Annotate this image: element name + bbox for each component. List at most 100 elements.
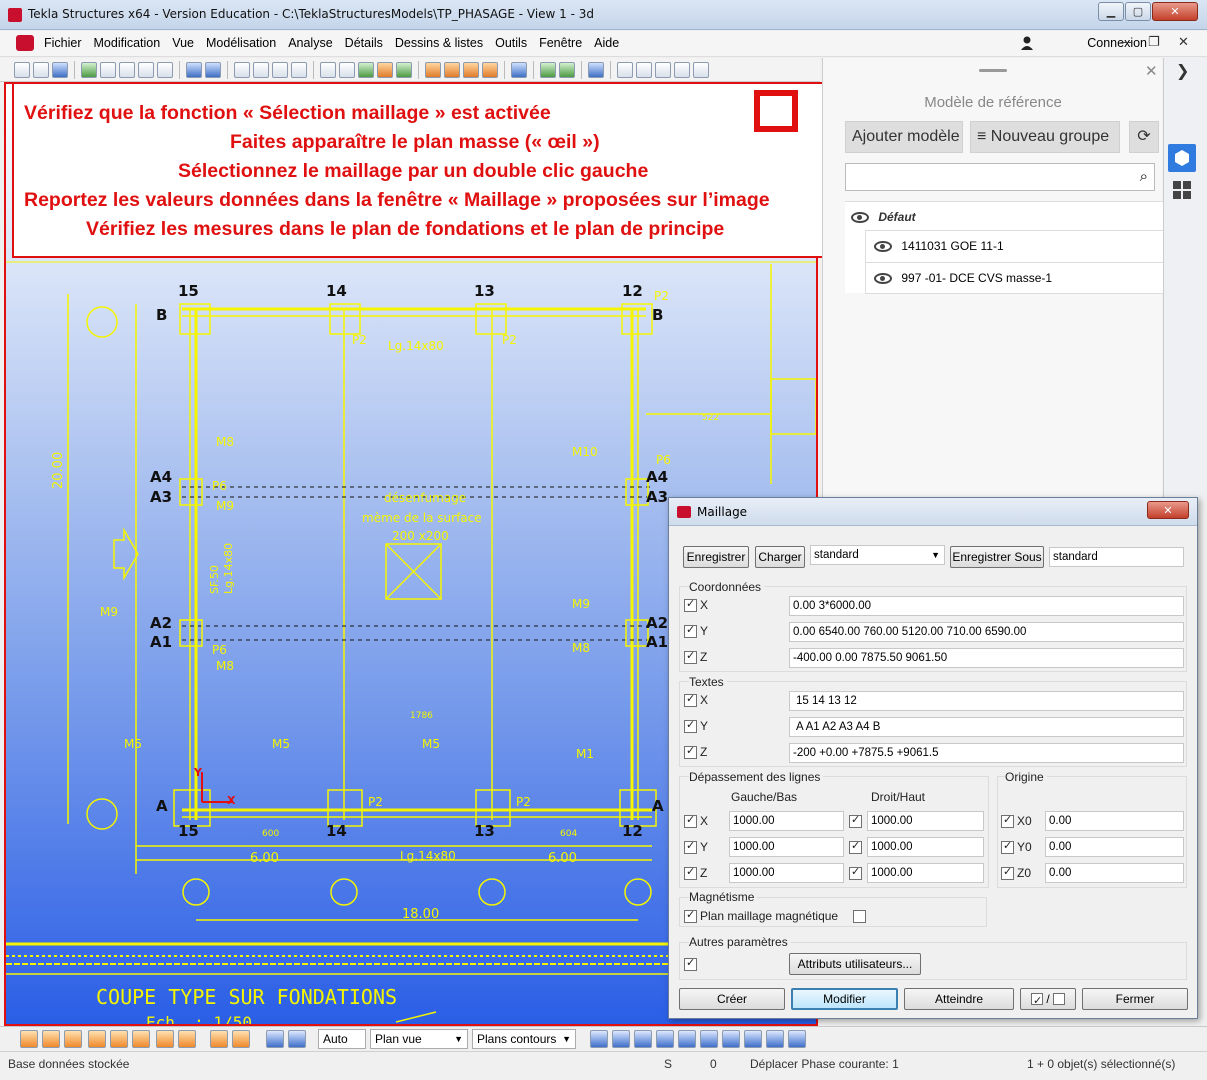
- text-y-checkbox[interactable]: [684, 718, 697, 733]
- overflow-z-right-checkbox[interactable]: [849, 865, 862, 880]
- reference-model-icon[interactable]: [1168, 144, 1196, 172]
- overflow-x-right-checkbox[interactable]: [849, 813, 862, 828]
- coord-y-field[interactable]: 0.00 6540.00 760.00 5120.00 710.00 6590.…: [789, 622, 1184, 642]
- overflow-x-right-field[interactable]: 1000.00: [867, 811, 984, 831]
- snap-end-icon[interactable]: [590, 1030, 608, 1048]
- select-gridline-icon[interactable]: [110, 1030, 128, 1048]
- panel-drag-handle[interactable]: [979, 69, 1007, 72]
- snap3-icon[interactable]: [655, 61, 671, 78]
- connexion-link[interactable]: Connexion: [1087, 36, 1147, 50]
- close-window-button[interactable]: ✕: [1152, 2, 1198, 21]
- chevron-right-icon[interactable]: ❯: [1176, 61, 1189, 80]
- close-button[interactable]: Fermer: [1082, 988, 1188, 1010]
- snap-perpendicular-icon[interactable]: [678, 1030, 696, 1048]
- select-icon[interactable]: [396, 61, 412, 78]
- snap-nearest-icon[interactable]: [722, 1030, 740, 1048]
- reach-button[interactable]: Atteindre: [904, 988, 1014, 1010]
- select-parts-icon[interactable]: [42, 1030, 60, 1048]
- drawing2-icon[interactable]: [444, 61, 460, 78]
- plans-contours-select[interactable]: Plans contours ▼: [472, 1029, 576, 1049]
- minimize-button[interactable]: ▁: [1098, 2, 1124, 21]
- select-cuts-icon[interactable]: [156, 1030, 174, 1048]
- select-points-icon[interactable]: [64, 1030, 82, 1048]
- magnetic-plan-checkbox[interactable]: [684, 908, 697, 923]
- panel-close-icon[interactable]: ✕: [1145, 62, 1158, 80]
- load-button[interactable]: Charger: [755, 546, 805, 568]
- menu-modelisation[interactable]: Modélisation: [206, 36, 276, 50]
- select-assembly-icon[interactable]: [210, 1030, 228, 1048]
- save-as-button[interactable]: Enregistrer Sous: [950, 546, 1044, 568]
- help-icon[interactable]: [588, 61, 604, 78]
- tool2-icon[interactable]: [540, 61, 556, 78]
- snap-intersection-icon[interactable]: [656, 1030, 674, 1048]
- overflow-y-right-field[interactable]: 1000.00: [867, 837, 984, 857]
- app-menu-icon[interactable]: [16, 35, 34, 51]
- overflow-x-left-field[interactable]: 1000.00: [729, 811, 844, 831]
- redo-icon[interactable]: [205, 61, 221, 78]
- snap-free-icon[interactable]: [766, 1030, 784, 1048]
- text-x-field[interactable]: 15 14 13 12: [789, 691, 1184, 711]
- doc-restore-icon[interactable]: ❐: [1148, 35, 1160, 50]
- modify-button[interactable]: Modifier: [791, 988, 898, 1010]
- toggle-all-button[interactable]: /: [1020, 988, 1076, 1011]
- origin-z0-field[interactable]: 0.00: [1045, 863, 1184, 883]
- view-icon[interactable]: [320, 61, 336, 78]
- tool-icon[interactable]: [511, 61, 527, 78]
- snap-grid-icon[interactable]: [788, 1030, 806, 1048]
- user-attributes-checkbox[interactable]: [684, 956, 697, 971]
- drawing-icon[interactable]: [425, 61, 441, 78]
- search-input[interactable]: ⌕: [845, 163, 1155, 191]
- menu-details[interactable]: Détails: [345, 36, 383, 50]
- overflow-y-right-checkbox[interactable]: [849, 839, 862, 854]
- select-objects-icon[interactable]: [232, 1030, 250, 1048]
- dialog-close-button[interactable]: ✕: [1147, 501, 1189, 519]
- menu-analyse[interactable]: Analyse: [288, 36, 332, 50]
- eye-icon[interactable]: [874, 273, 892, 285]
- snap-mode2-icon[interactable]: [288, 1030, 306, 1048]
- select-views-icon[interactable]: [178, 1030, 196, 1048]
- tree-item[interactable]: 997 -01- DCE CVS masse-1: [865, 262, 1163, 294]
- menu-modification[interactable]: Modification: [94, 36, 161, 50]
- snap4-icon[interactable]: [674, 61, 690, 78]
- origin-z0-checkbox[interactable]: [1001, 865, 1014, 880]
- menu-aide[interactable]: Aide: [594, 36, 619, 50]
- new-group-button[interactable]: ≡ Nouveau groupe: [970, 121, 1120, 153]
- snap-center-icon[interactable]: [612, 1030, 630, 1048]
- eye-icon[interactable]: [874, 241, 892, 253]
- grid-apps-icon[interactable]: [1172, 180, 1192, 200]
- select-welds-icon[interactable]: [132, 1030, 150, 1048]
- cut-icon[interactable]: [377, 61, 393, 78]
- overflow-y-left-field[interactable]: 1000.00: [729, 837, 844, 857]
- save-as-name-field[interactable]: standard: [1049, 547, 1184, 567]
- doc-close-icon[interactable]: ✕: [1178, 35, 1189, 50]
- coord-z-field[interactable]: -400.00 0.00 7875.50 9061.50: [789, 648, 1184, 668]
- origin-y0-field[interactable]: 0.00: [1045, 837, 1184, 857]
- overflow-z-left-field[interactable]: 1000.00: [729, 863, 844, 883]
- share-icon[interactable]: [81, 61, 97, 78]
- view2-icon[interactable]: [339, 61, 355, 78]
- snap5-icon[interactable]: [693, 61, 709, 78]
- menu-fichier[interactable]: Fichier: [44, 36, 82, 50]
- model3-icon[interactable]: [138, 61, 154, 78]
- eye-icon[interactable]: [851, 212, 869, 224]
- text-y-field[interactable]: A A1 A2 A3 A4 B: [789, 717, 1184, 737]
- preset-select[interactable]: standard ▼: [810, 545, 945, 565]
- coord-z-checkbox[interactable]: [684, 649, 697, 664]
- user-attributes-button[interactable]: Attributs utilisateurs...: [789, 953, 921, 975]
- text-z-field[interactable]: -200 +0.00 +7875.5 +9061.5: [789, 743, 1184, 763]
- tree-item[interactable]: 1411031 GOE 11-1: [865, 230, 1163, 262]
- overflow-z-right-field[interactable]: 1000.00: [867, 863, 984, 883]
- overflow-y-checkbox[interactable]: [684, 839, 697, 854]
- undo-icon[interactable]: [186, 61, 202, 78]
- coord-x-field[interactable]: 0.00 3*6000.00: [789, 596, 1184, 616]
- menu-fenetre[interactable]: Fenêtre: [539, 36, 582, 50]
- add-model-button[interactable]: Ajouter modèle: [845, 121, 963, 153]
- maximize-button[interactable]: ▢: [1125, 2, 1151, 21]
- coord-y-checkbox[interactable]: [684, 623, 697, 638]
- auto-select[interactable]: Auto: [318, 1029, 366, 1049]
- origin-y0-checkbox[interactable]: [1001, 839, 1014, 854]
- paste-icon[interactable]: [253, 61, 269, 78]
- text-z-checkbox[interactable]: [684, 744, 697, 759]
- open-icon[interactable]: [33, 61, 49, 78]
- origin-x0-field[interactable]: 0.00: [1045, 811, 1184, 831]
